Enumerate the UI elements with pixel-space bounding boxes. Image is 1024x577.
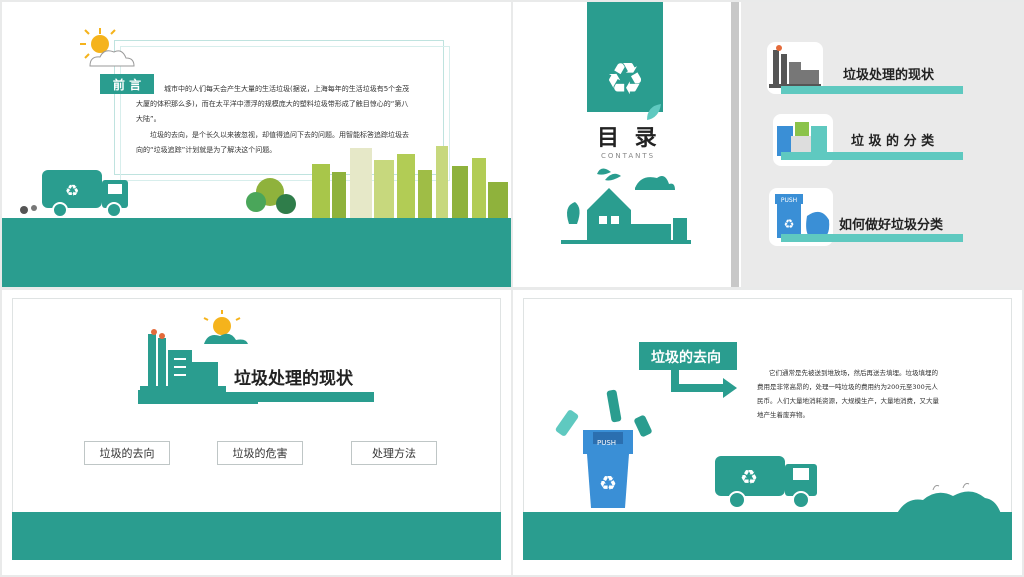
svg-text:PUSH: PUSH <box>781 197 797 204</box>
ground-band <box>2 218 511 287</box>
ground-band <box>12 512 501 560</box>
house-illustration <box>561 168 691 244</box>
nav-button-harm[interactable]: 垃圾的危害 <box>217 441 303 465</box>
status-title: 垃圾处理的现状 <box>234 369 353 389</box>
nav-button-destination[interactable]: 垃圾的去向 <box>84 441 170 465</box>
slide-status[interactable]: 垃圾处理的现状 垃圾的去向 垃圾的危害 处理方法 <box>2 290 511 575</box>
contents-item-1-bar <box>781 86 963 94</box>
contents-item-3-bar <box>781 234 963 242</box>
svg-text:♻: ♻ <box>784 217 795 231</box>
slide-destination[interactable]: 垃圾的去向 它们通常是先被送到堆放场，然后再送去填埋。垃圾填埋的费用是非常高昂的… <box>513 290 1022 575</box>
destination-paragraph: 它们通常是先被送到堆放场，然后再送去填埋。垃圾填埋的费用是非常高昂的，处理一吨垃… <box>757 369 939 419</box>
city-skyline-illustration <box>246 146 508 220</box>
sun-cloud-icon <box>80 28 135 67</box>
slide-contents[interactable]: ♻ 目 录 CONTANTS 垃圾处理的现状 垃 圾 的 分 类 PUSH ♻ … <box>513 2 1022 287</box>
svg-text:♻: ♻ <box>605 54 644 102</box>
contents-divider <box>731 2 739 287</box>
contents-item-1-label[interactable]: 垃圾处理的现状 <box>843 64 934 83</box>
destination-title: 垃圾的去向 <box>651 350 721 366</box>
garbage-truck-icon: ♻ <box>20 170 128 218</box>
contents-item-2-label[interactable]: 垃 圾 的 分 类 <box>851 130 934 149</box>
contents-item-2-bar <box>781 152 963 160</box>
nav-button-treatment[interactable]: 处理方法 <box>351 441 437 465</box>
contents-title: 目 录 <box>597 126 661 151</box>
garbage-truck-icon: ♻ <box>715 456 817 509</box>
bin-push-label: PUSH <box>597 439 617 447</box>
svg-text:♻: ♻ <box>65 181 79 200</box>
svg-text:♻: ♻ <box>740 465 758 489</box>
ground-band <box>523 512 1012 560</box>
svg-text:♻: ♻ <box>599 471 617 495</box>
slide-foreword[interactable]: 前 言 城市中的人们每天会产生大量的生活垃圾(据说，上海每年的生活垃圾有5个金茂… <box>2 2 511 287</box>
contents-subtitle: CONTANTS <box>601 152 656 160</box>
recycle-icon: ♻ <box>605 54 644 102</box>
foreword-paragraph-1: 城市中的人们每天会产生大量的生活垃圾(据说，上海每年的生活垃圾有5个金茂大厦的体… <box>136 85 410 123</box>
contents-item-3-label[interactable]: 如何做好垃圾分类 <box>839 214 943 233</box>
leaf-icon <box>647 104 661 120</box>
